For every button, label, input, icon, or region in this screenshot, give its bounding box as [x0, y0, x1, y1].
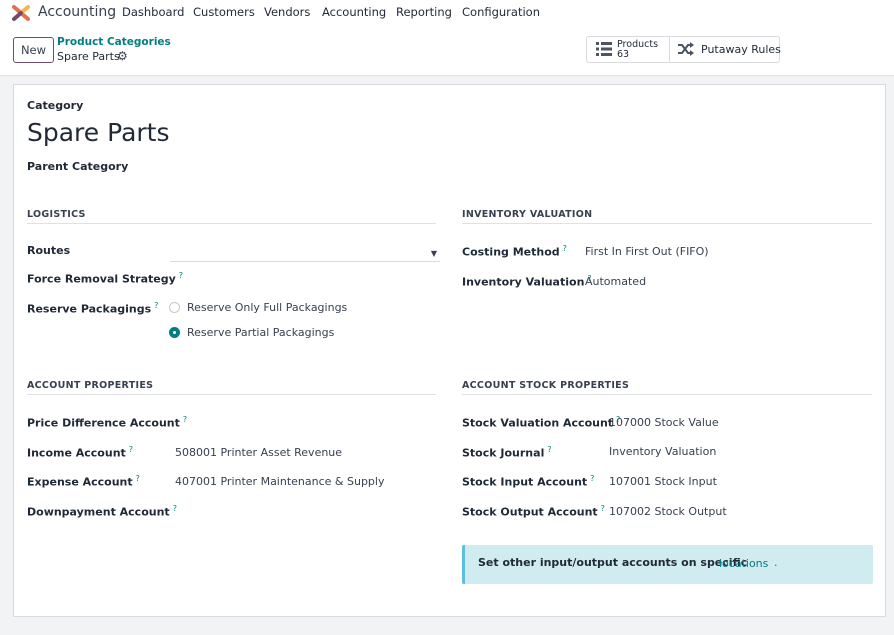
inventory-valuation-divider	[462, 223, 872, 224]
stock-output-account-value[interactable]: 107002 Stock Output	[609, 505, 727, 518]
breadcrumb-current: Spare Parts	[57, 50, 120, 63]
reserve-packagings-label: Reserve Packagings?	[27, 301, 159, 316]
costing-method-value[interactable]: First In First Out (FIFO)	[585, 245, 709, 258]
account-stock-properties-divider	[462, 394, 872, 395]
locations-link[interactable]: locations	[719, 557, 768, 570]
new-button[interactable]: New	[13, 37, 54, 63]
putaway-rules-smart-button[interactable]: Putaway Rules	[670, 37, 781, 62]
reserve-partial-packagings-label[interactable]: Reserve Partial Packagings	[187, 326, 334, 339]
menu-dashboard[interactable]: Dashboard	[122, 5, 184, 19]
help-icon[interactable]: ?	[129, 445, 133, 454]
help-icon[interactable]: ?	[601, 504, 605, 513]
stock-journal-label: Stock Journal?	[462, 445, 552, 460]
top-navbar: Accounting Dashboard Customers Vendors A…	[0, 0, 894, 26]
products-smart-button[interactable]: Products 63	[587, 37, 670, 62]
help-icon[interactable]: ?	[173, 504, 177, 513]
inventory-valuation-label: Inventory Valuation?	[462, 274, 592, 289]
inventory-valuation-value[interactable]: Automated	[585, 275, 646, 288]
costing-method-label: Costing Method?	[462, 244, 567, 259]
help-icon[interactable]: ?	[590, 474, 594, 483]
price-difference-account-label: Price Difference Account?	[27, 415, 188, 430]
reserve-full-packagings-label[interactable]: Reserve Only Full Packagings	[187, 301, 347, 314]
help-icon[interactable]: ?	[179, 271, 183, 280]
help-icon[interactable]: ?	[563, 244, 567, 253]
income-account-label: Income Account?	[27, 445, 134, 460]
stock-valuation-account-value[interactable]: 107000 Stock Value	[609, 416, 719, 429]
shuffle-icon	[677, 42, 695, 59]
stock-valuation-account-label: Stock Valuation Account?	[462, 415, 621, 430]
putaway-rules-label: Putaway Rules	[701, 43, 781, 56]
menu-customers[interactable]: Customers	[193, 5, 255, 19]
stock-journal-value[interactable]: Inventory Valuation	[609, 445, 716, 458]
accounting-logo-icon[interactable]	[12, 4, 30, 22]
reserve-full-packagings-radio[interactable]	[169, 302, 180, 313]
routes-label: Routes	[27, 244, 71, 257]
stock-input-account-label: Stock Input Account?	[462, 474, 595, 489]
downpayment-account-label: Downpayment Account?	[27, 504, 177, 519]
gear-icon[interactable]: ⚙	[117, 49, 128, 63]
menu-vendors[interactable]: Vendors	[264, 5, 310, 19]
alert-dot: .	[774, 556, 778, 569]
help-icon[interactable]: ?	[183, 415, 187, 424]
parent-category-label: Parent Category	[27, 160, 129, 173]
expense-account-value[interactable]: 407001 Printer Maintenance & Supply	[175, 475, 384, 488]
account-properties-section-title: ACCOUNT PROPERTIES	[27, 380, 154, 391]
help-icon[interactable]: ?	[547, 445, 551, 454]
menu-accounting[interactable]: Accounting	[322, 5, 386, 19]
routes-input[interactable]: ▼	[170, 244, 440, 262]
form-sheet: Category Spare Parts Parent Category LOG…	[13, 84, 886, 617]
income-account-value[interactable]: 508001 Printer Asset Revenue	[175, 446, 342, 459]
expense-account-label: Expense Account?	[27, 474, 140, 489]
account-stock-properties-section-title: ACCOUNT STOCK PROPERTIES	[462, 380, 630, 391]
stock-output-account-label: Stock Output Account?	[462, 504, 605, 519]
products-count: 63	[617, 49, 630, 60]
menu-reporting[interactable]: Reporting	[396, 5, 452, 19]
help-icon[interactable]: ?	[154, 301, 158, 310]
control-panel: New Product Categories Spare Parts ⚙ Pro…	[0, 26, 894, 76]
logistics-divider	[27, 223, 436, 224]
smart-buttons: Products 63 Putaway Rules	[586, 36, 781, 63]
list-icon	[596, 42, 612, 59]
inventory-valuation-section-title: INVENTORY VALUATION	[462, 209, 593, 220]
info-alert: Set other input/output accounts on speci…	[462, 545, 873, 584]
category-name-field[interactable]: Spare Parts	[27, 118, 170, 147]
breadcrumb-product-categories[interactable]: Product Categories	[57, 36, 171, 48]
account-properties-divider	[27, 394, 436, 395]
caret-down-icon: ▼	[430, 249, 437, 258]
category-label: Category	[27, 99, 84, 112]
alert-text: Set other input/output accounts on speci…	[478, 556, 748, 569]
force-removal-strategy-label: Force Removal Strategy?	[27, 271, 184, 286]
reserve-partial-packagings-radio[interactable]	[169, 327, 180, 338]
logistics-section-title: LOGISTICS	[27, 209, 86, 220]
menu-configuration[interactable]: Configuration	[462, 5, 540, 19]
help-icon[interactable]: ?	[136, 474, 140, 483]
app-name[interactable]: Accounting	[38, 4, 116, 20]
stock-input-account-value[interactable]: 107001 Stock Input	[609, 475, 717, 488]
